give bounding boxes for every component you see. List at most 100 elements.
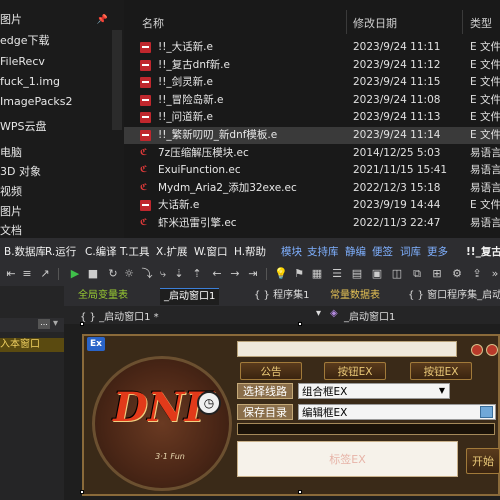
menu-wordbank[interactable]: 词库 xyxy=(400,244,421,259)
nav-item-pictures[interactable]: 图片 📌 xyxy=(0,10,124,30)
window-icon[interactable]: ◫ xyxy=(390,267,404,281)
menu-support-libs[interactable]: 支持库 xyxy=(307,244,339,259)
column-header-date[interactable]: 修改日期 xyxy=(353,14,397,34)
line-combo-box[interactable]: 组合框EX xyxy=(298,383,450,399)
left-panel-item[interactable]: 入本窗口 xyxy=(0,338,64,352)
nav-item-img[interactable]: fuck_1.img xyxy=(0,72,124,92)
column-divider[interactable] xyxy=(462,10,463,34)
nav-item-label: 电脑 xyxy=(0,146,22,159)
minimize-icon[interactable] xyxy=(471,344,483,356)
table-icon[interactable]: ▤ xyxy=(350,267,364,281)
more-button[interactable]: ... xyxy=(38,319,50,329)
notice-button[interactable]: 公告 xyxy=(240,362,302,380)
form-icon[interactable]: ▣ xyxy=(370,267,384,281)
nav-item-filerecv[interactable]: FileRecv xyxy=(0,52,124,72)
nav-item-videos[interactable]: 视频 xyxy=(0,182,124,202)
file-row[interactable]: ℭ 虾米迅雷引擎.ec 2022/11/3 22:47 易语言 xyxy=(124,215,500,232)
jump-icon[interactable]: ⇥ xyxy=(246,267,260,281)
menu-run[interactable]: R.运行 xyxy=(45,244,76,259)
file-type: 易语言 xyxy=(470,181,500,194)
tab-constants[interactable]: 常量数据表 xyxy=(326,288,384,304)
file-row[interactable]: !!_冒险岛新.e 2023/9/24 11:08 E 文件 xyxy=(124,92,500,109)
browse-folder-button[interactable] xyxy=(480,406,493,418)
file-row[interactable]: ℭ Mydm_Aria2_添加32exe.ec 2022/12/3 15:18 易语言 xyxy=(124,180,500,197)
step-into-icon[interactable]: ⇣ xyxy=(172,267,186,281)
menu-more[interactable]: 更多 xyxy=(427,244,448,259)
column-header-type[interactable]: 类型 xyxy=(470,14,492,34)
bulb-icon[interactable]: 💡 xyxy=(274,267,288,281)
file-type: E 文件 xyxy=(470,199,500,212)
settings-icon[interactable]: ⚙ xyxy=(450,267,464,281)
step-out-icon[interactable]: ⇡ xyxy=(190,267,204,281)
menu-extensions[interactable]: X.扩展 xyxy=(156,244,188,259)
restart-icon[interactable]: ↻ xyxy=(106,267,120,281)
tab-global-vars[interactable]: 全局变量表 xyxy=(74,288,132,304)
tab-startup-window[interactable]: _启动窗口1 xyxy=(160,288,220,305)
file-row[interactable]: !!_复古dnf新.e 2023/9/24 11:12 E 文件 xyxy=(124,57,500,74)
file-row[interactable]: ℭ 7z压缩解压模块.ec 2014/12/25 5:03 易语言 xyxy=(124,145,500,162)
button-ex-2[interactable]: 按钮EX xyxy=(410,362,472,380)
debug-icon[interactable]: ☼ xyxy=(122,267,136,281)
menu-database[interactable]: B.数据库 xyxy=(4,244,46,259)
file-row[interactable]: 大话新.e 2023/9/19 14:44 E 文件 xyxy=(124,197,500,214)
nav-item-wps-cloud[interactable]: WPS云盘 xyxy=(0,117,124,137)
column-divider[interactable] xyxy=(346,10,347,34)
step-icon[interactable]: ⤵ xyxy=(140,267,154,281)
file-row[interactable]: !!_大话新.e 2023/9/24 11:11 E 文件 xyxy=(124,39,500,56)
start-button[interactable]: 开始 xyxy=(466,448,500,474)
save-dir-edit-box[interactable]: 编辑框EX xyxy=(298,404,496,420)
menu-static-compile[interactable]: 静编 xyxy=(345,244,366,259)
back-icon[interactable]: ← xyxy=(210,267,224,281)
top-input-bar[interactable] xyxy=(237,341,457,357)
nav-item-this-pc[interactable]: 电脑 xyxy=(0,143,124,163)
file-type: E 文件 xyxy=(470,93,500,106)
nav-item-label: FileRecv xyxy=(0,55,45,68)
nav-item-edge-downloads[interactable]: edge下载 xyxy=(0,31,124,51)
run-icon[interactable]: ▶ xyxy=(68,267,82,281)
resize-handle[interactable] xyxy=(298,322,302,326)
menu-notes[interactable]: 便签 xyxy=(372,244,393,259)
align-left-icon[interactable]: ⇤ xyxy=(4,267,18,281)
tree-icon[interactable]: ⊞ xyxy=(430,267,444,281)
file-row[interactable]: !!_剑灵新.e 2023/9/24 11:15 E 文件 xyxy=(124,74,500,91)
overflow-icon[interactable]: » xyxy=(488,267,500,281)
column-header-name[interactable]: 名称 xyxy=(142,14,164,34)
file-row[interactable]: !!_问道新.e 2023/9/24 11:13 E 文件 xyxy=(124,109,500,126)
clock-icon[interactable]: ◷ xyxy=(197,391,221,415)
button-ex-1[interactable]: 按钮EX xyxy=(324,362,386,380)
tab-window-program-set[interactable]: { } 窗口程序集_启动 xyxy=(404,288,500,304)
stop-icon[interactable]: ■ xyxy=(86,267,100,281)
file-name: 虾米迅雷引擎.ec xyxy=(158,217,237,229)
list-icon[interactable]: ☰ xyxy=(330,267,344,281)
ec-file-icon: ℭ xyxy=(140,182,148,193)
menu-help[interactable]: H.帮助 xyxy=(234,244,266,259)
resize-handle[interactable] xyxy=(80,490,84,494)
path-left[interactable]: { } _启动窗口1 * xyxy=(80,308,159,323)
menu-modules[interactable]: 模块 xyxy=(281,244,302,259)
close-icon[interactable] xyxy=(486,344,498,356)
resize-handle[interactable] xyxy=(80,322,84,326)
path-right[interactable]: _启动窗口1 xyxy=(344,308,395,323)
menu-compile[interactable]: C.编译 xyxy=(85,244,117,259)
nav-item-3d-objects[interactable]: 3D 对象 xyxy=(0,162,124,182)
export-icon[interactable]: ⇪ xyxy=(470,267,484,281)
path-arrow-icon[interactable]: ▾ xyxy=(316,308,321,319)
tab-program-set[interactable]: { } 程序集1 xyxy=(250,288,313,304)
grid-icon[interactable]: ▦ xyxy=(310,267,324,281)
menu-window[interactable]: W.窗口 xyxy=(194,244,228,259)
file-row[interactable]: ℭ ExuiFunction.ec 2021/11/15 15:41 易语言 xyxy=(124,162,500,179)
code-icon[interactable]: ⧉ xyxy=(410,267,424,281)
nav-item-pictures-2[interactable]: 图片 xyxy=(0,202,124,222)
cursor-icon[interactable]: ↗ xyxy=(38,267,52,281)
file-row[interactable]: !!_繁新叨叨_新dnf模板.e 2023/9/24 11:14 E 文件 xyxy=(124,127,500,144)
bookmark-icon[interactable]: ⚑ xyxy=(292,267,306,281)
nav-scrollbar[interactable] xyxy=(112,30,122,130)
menu-tools[interactable]: T.工具 xyxy=(120,244,150,259)
align-center-icon[interactable]: ≡ xyxy=(20,267,34,281)
resize-handle[interactable] xyxy=(298,490,302,494)
step-over-icon[interactable]: ⤷ xyxy=(156,267,170,281)
forward-icon[interactable]: → xyxy=(228,267,242,281)
dropdown-icon[interactable]: ▾ xyxy=(53,318,58,329)
nav-item-imagepacks[interactable]: ImagePacks2 xyxy=(0,92,124,112)
chevron-down-icon[interactable]: ▼ xyxy=(436,385,448,397)
